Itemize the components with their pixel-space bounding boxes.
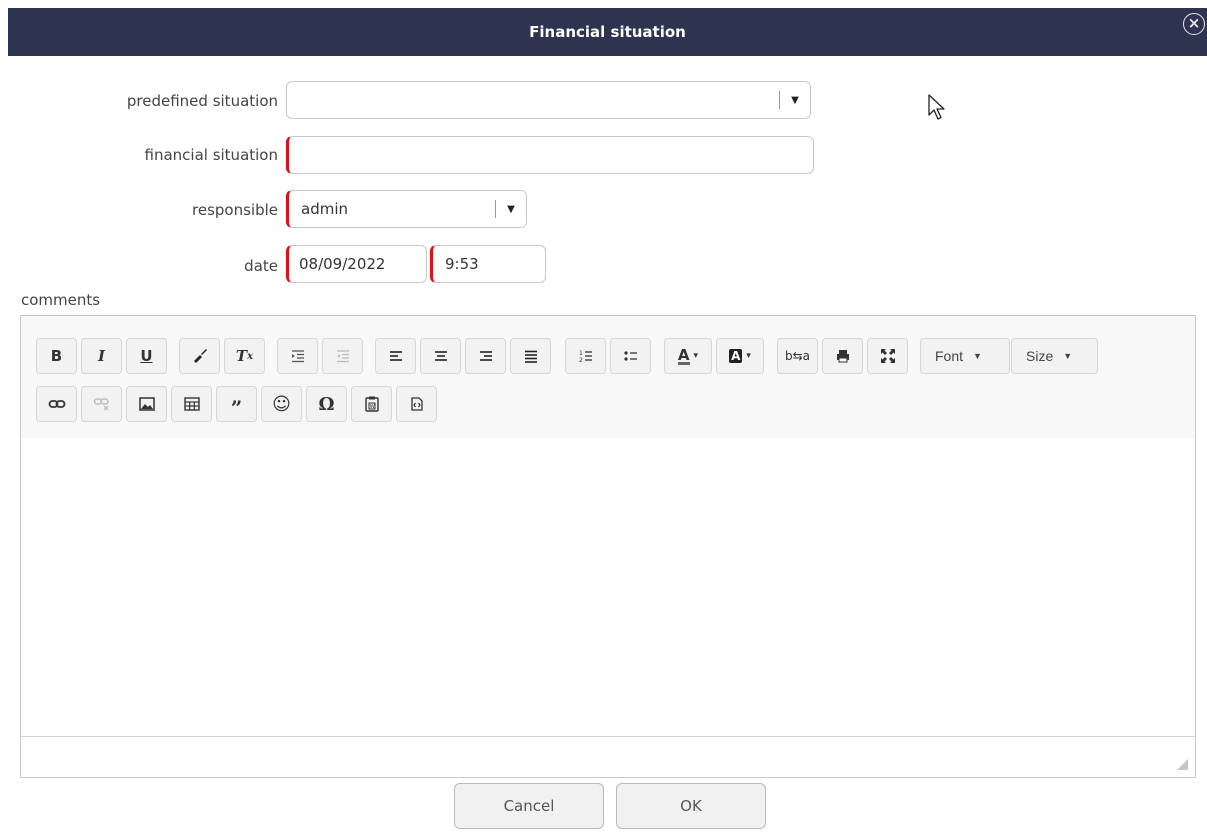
source-icon (410, 397, 423, 411)
align-center-icon (434, 351, 447, 361)
financial-situation-label: financial situation (144, 146, 279, 164)
caret-down-icon: ▼ (973, 351, 982, 361)
numbered-list-button[interactable]: 12 (565, 338, 606, 374)
svg-text:W: W (369, 404, 374, 410)
svg-text:2: 2 (579, 357, 583, 364)
text-color-button[interactable]: A ▾ (664, 338, 712, 374)
size-dropdown[interactable]: Size ▼ (1011, 338, 1098, 374)
date-label: date (244, 257, 278, 275)
numbered-list-icon: 12 (579, 350, 592, 364)
image-icon (138, 397, 155, 411)
comments-label: comments (21, 291, 101, 309)
time-field[interactable]: 9:53 (430, 245, 546, 283)
bulleted-list-icon (623, 351, 637, 361)
responsible-select[interactable]: admin ▼ (286, 190, 527, 228)
paste-word-button[interactable]: W (351, 386, 392, 422)
align-right-icon (479, 351, 492, 361)
editor-statusbar (21, 736, 1195, 777)
responsible-value: admin (301, 200, 348, 218)
align-right-button[interactable] (465, 338, 506, 374)
bulleted-list-button[interactable] (610, 338, 651, 374)
emoji-button[interactable]: ☺ (261, 386, 302, 422)
unlink-icon (93, 398, 109, 411)
maximize-button[interactable] (867, 338, 908, 374)
background-color-button[interactable]: A ▾ (716, 338, 764, 374)
brush-icon (193, 349, 207, 363)
financial-situation-field[interactable] (286, 136, 814, 174)
comments-edit-area[interactable] (21, 438, 1195, 738)
table-button[interactable] (171, 386, 212, 422)
maximize-icon (880, 349, 895, 363)
editor-toolbar: B I U Tx 12 A ▾ A ▾ b⇆a Font ▼ Size ▼ ” … (21, 316, 1195, 439)
comments-editor: B I U Tx 12 A ▾ A ▾ b⇆a Font ▼ Size ▼ ” … (20, 315, 1196, 778)
cancel-button[interactable]: Cancel (454, 783, 604, 829)
font-dropdown[interactable]: Font ▼ (920, 338, 1010, 374)
quote-icon: ” (230, 396, 243, 420)
align-center-button[interactable] (420, 338, 461, 374)
resize-handle-icon[interactable] (1177, 759, 1188, 770)
paste-word-icon: W (364, 396, 379, 412)
justify-button[interactable] (510, 338, 551, 374)
unlink-button[interactable] (81, 386, 122, 422)
background-color-icon: A (729, 349, 743, 363)
print-icon (836, 350, 849, 363)
image-button[interactable] (126, 386, 167, 422)
replace-button[interactable]: b⇆a (777, 338, 818, 374)
outdent-icon (336, 350, 349, 363)
text-color-icon: A (677, 345, 690, 365)
source-button[interactable] (396, 386, 437, 422)
dialog-titlebar: Financial situation × (8, 8, 1207, 56)
predefined-situation-label: predefined situation (126, 92, 278, 110)
responsible-label: responsible (192, 201, 278, 219)
justify-icon (524, 350, 537, 363)
clear-format-button[interactable]: Tx (224, 338, 265, 374)
link-button[interactable] (36, 386, 77, 422)
align-left-icon (389, 351, 402, 361)
dialog-title: Financial situation (529, 23, 686, 41)
format-painter-button[interactable] (179, 338, 220, 374)
underline-button[interactable]: U (126, 338, 167, 374)
outdent-button[interactable] (322, 338, 363, 374)
close-icon[interactable]: × (1183, 13, 1205, 35)
omega-icon: Ω (318, 393, 335, 415)
special-char-button[interactable]: Ω (306, 386, 347, 422)
ok-button[interactable]: OK (616, 783, 766, 829)
align-left-button[interactable] (375, 338, 416, 374)
mouse-cursor-icon (928, 94, 945, 120)
chevron-down-icon: ▼ (507, 203, 515, 215)
svg-text:1: 1 (579, 350, 583, 357)
caret-down-icon: ▼ (1063, 351, 1073, 361)
table-icon (183, 397, 200, 411)
replace-icon: b⇆a (784, 349, 811, 363)
indent-button[interactable] (277, 338, 318, 374)
italic-button[interactable]: I (81, 338, 122, 374)
blockquote-button[interactable]: ” (216, 386, 257, 422)
link-icon (48, 400, 65, 408)
predefined-situation-select[interactable]: ▼ (286, 81, 811, 119)
chevron-down-icon: ▼ (791, 94, 799, 106)
indent-icon (291, 350, 304, 363)
print-button[interactable] (822, 338, 863, 374)
date-field[interactable]: 08/09/2022 (286, 245, 427, 283)
bold-button[interactable]: B (36, 338, 77, 374)
smiley-icon: ☺ (272, 393, 291, 415)
